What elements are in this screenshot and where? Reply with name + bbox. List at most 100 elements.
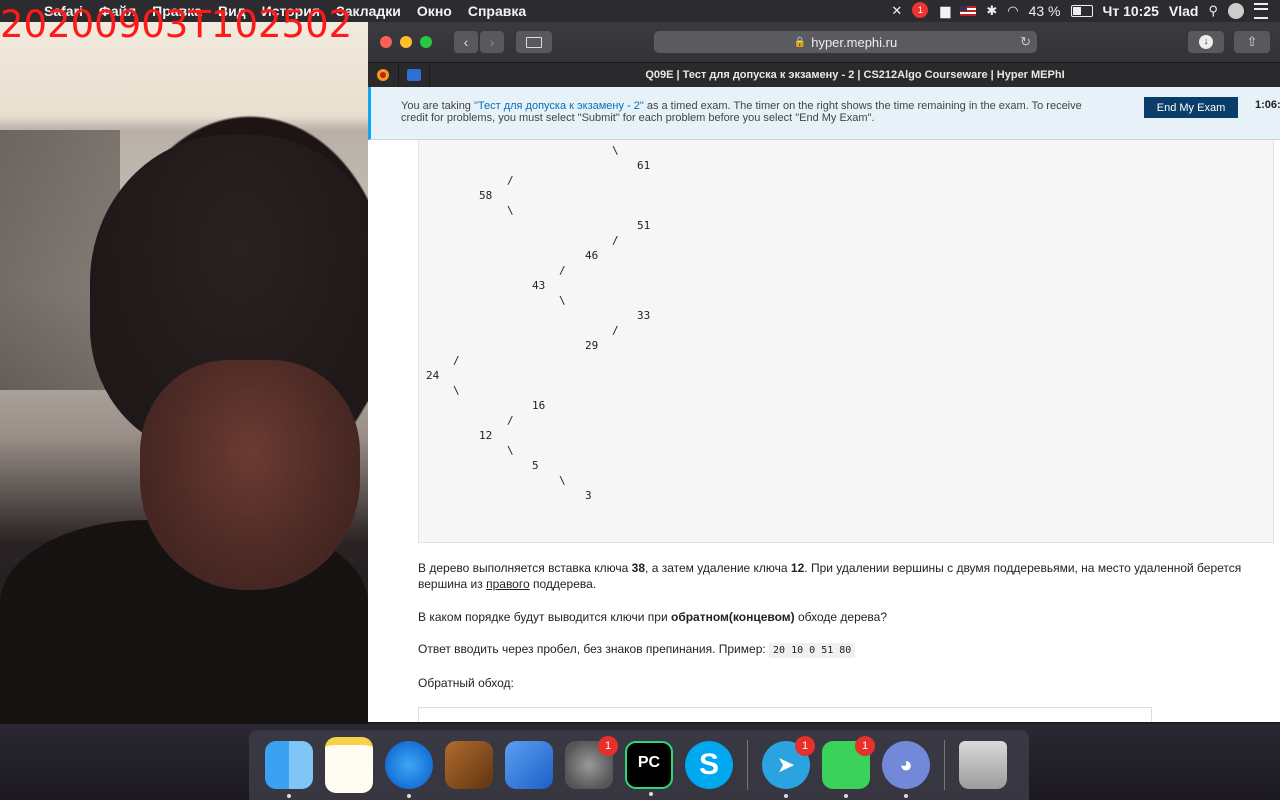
pinned-tab-1[interactable]	[368, 63, 399, 87]
downloads-button[interactable]: ↓	[1188, 31, 1224, 53]
notification-icon[interactable]: 1	[912, 2, 930, 20]
answer-label: Обратный обход:	[418, 676, 514, 690]
q3-text: Ответ вводить через пробел, без знаков п…	[418, 642, 770, 656]
tree-edge: \	[507, 204, 514, 217]
dock-pycharm-icon[interactable]: PC	[625, 741, 673, 796]
tree-node: 51	[637, 219, 651, 232]
active-tab-title[interactable]: Q09E | Тест для допуска к экзамену - 2 |…	[430, 69, 1280, 81]
reload-icon[interactable]: ↻	[1020, 34, 1031, 50]
tree-edge: /	[507, 414, 514, 427]
back-button[interactable]: ‹	[454, 31, 478, 53]
tree-node: 61	[637, 159, 651, 172]
address-url: hyper.mephi.ru	[811, 34, 898, 50]
menu-help[interactable]: Справка	[460, 3, 534, 19]
tree-node: 5	[532, 459, 539, 472]
battery-percent[interactable]: 43 %	[1029, 3, 1061, 19]
dock-skype-icon[interactable]: S	[685, 741, 733, 789]
running-indicator	[287, 794, 291, 798]
download-icon: ↓	[1199, 35, 1213, 49]
question-paragraph-3: Ответ вводить через пробел, без знаков п…	[418, 641, 1248, 659]
input-source-flag-icon[interactable]	[960, 6, 977, 16]
tree-node: 16	[532, 399, 546, 412]
dock-discord-icon[interactable]: ◕	[882, 741, 930, 798]
wifi-icon[interactable]: ◠	[1007, 3, 1018, 19]
minimize-window-button[interactable]	[400, 36, 412, 48]
answer-example: 20 10 0 51 80	[769, 643, 856, 658]
tree-edge: \	[612, 144, 619, 157]
timed-exam-banner: You are taking "Тест для допуска к экзам…	[368, 87, 1280, 140]
tree-node: 58	[479, 189, 493, 202]
tree-edge: \	[559, 294, 566, 307]
dock: 1 PC S ➤ 1 1 ◕	[249, 730, 1029, 800]
q1-text-d: поддерева.	[529, 577, 597, 591]
menu-window[interactable]: Окно	[409, 3, 460, 19]
dock-finder-icon[interactable]	[265, 741, 313, 798]
notification-center-icon[interactable]	[1254, 3, 1268, 19]
forward-button[interactable]: ›	[480, 31, 504, 53]
q2-text-a: В каком порядке будут выводится ключи пр…	[418, 610, 671, 624]
tools-icon[interactable]: ✕	[891, 3, 902, 19]
system-preferences-badge: 1	[598, 736, 618, 756]
tree-node: 24	[426, 369, 440, 382]
running-indicator	[844, 794, 848, 798]
dock-garageband-icon[interactable]	[445, 741, 493, 789]
q1-right-subtree: правого	[486, 577, 530, 591]
dock-separator	[747, 740, 748, 790]
tree-edge: /	[453, 354, 460, 367]
tree-edge: /	[612, 234, 619, 247]
telegram-badge: 1	[795, 736, 815, 756]
chat-icon[interactable]: ▆	[940, 3, 950, 19]
tree-node: 33	[637, 309, 651, 322]
tree-node: 46	[585, 249, 599, 262]
recording-timestamp: 20200903T102502	[0, 3, 353, 46]
tree-node: 43	[532, 279, 546, 292]
siri-icon[interactable]	[1228, 3, 1244, 19]
question-paragraph-1: В дерево выполняется вставка ключа 38, а…	[418, 560, 1248, 592]
facetime-badge: 1	[855, 736, 875, 756]
safari-window: ‹ › 🔒 hyper.mephi.ru ↻ ↓ ⇧ Q09E | Тест д…	[368, 22, 1280, 722]
q2-text-b: обходе дерева?	[794, 610, 888, 624]
tree-edge: \	[507, 444, 514, 457]
zoom-window-button[interactable]	[420, 36, 432, 48]
menubar-user[interactable]: Vlad	[1169, 3, 1199, 19]
q1-text-a: В дерево выполняется вставка ключа	[418, 561, 632, 575]
share-button[interactable]: ⇧	[1234, 31, 1270, 53]
address-bar[interactable]: 🔒 hyper.mephi.ru ↻	[654, 31, 1037, 53]
battery-icon[interactable]	[1070, 5, 1093, 17]
tree-node: 12	[479, 429, 493, 442]
notification-badge: 1	[912, 2, 929, 18]
dock-separator	[944, 740, 945, 790]
dock-facetime-icon[interactable]: 1	[822, 736, 875, 798]
menubar-clock[interactable]: Чт 10:25	[1103, 3, 1159, 19]
bluetooth-icon[interactable]: ✱	[986, 3, 997, 19]
pinned-tab-2[interactable]	[399, 63, 430, 87]
tree-edge: \	[453, 384, 460, 397]
insert-key: 38	[631, 561, 646, 575]
browser-toolbar: ‹ › 🔒 hyper.mephi.ru ↻ ↓ ⇧	[368, 22, 1280, 62]
q1-text-b: , а затем удаление ключа	[645, 561, 791, 575]
tab-bar: Q09E | Тест для допуска к экзамену - 2 |…	[368, 62, 1280, 87]
dock-telegram-icon[interactable]: ➤ 1	[762, 736, 815, 798]
dock-system-preferences-icon[interactable]: 1	[565, 736, 618, 789]
banner-message: You are taking "Тест для допуска к экзам…	[401, 100, 1101, 124]
dock-xcode-icon[interactable]	[505, 741, 553, 789]
banner-text-start: You are taking	[401, 100, 474, 112]
answer-input[interactable]	[418, 707, 1152, 722]
problem-content: \ 61 / 58 \ 51 / 46 / 43 \ 33 / 29 / 24 …	[368, 130, 1280, 722]
dock-notes-icon[interactable]	[325, 737, 373, 793]
running-indicator	[784, 794, 788, 798]
end-my-exam-button[interactable]: End My Exam	[1144, 97, 1238, 118]
tree-edge: /	[507, 174, 514, 187]
close-window-button[interactable]	[380, 36, 392, 48]
dock-safari-icon[interactable]	[385, 741, 433, 798]
dock-trash-icon[interactable]	[959, 741, 1007, 789]
tree-diagram: \ 61 / 58 \ 51 / 46 / 43 \ 33 / 29 / 24 …	[418, 130, 1274, 543]
exam-link[interactable]: "Тест для допуска к экзамену - 2"	[474, 100, 644, 112]
window-controls	[380, 36, 432, 48]
sidebar-toggle-button[interactable]	[516, 31, 552, 53]
running-indicator	[649, 792, 653, 796]
tree-edge: \	[559, 474, 566, 487]
running-indicator	[407, 794, 411, 798]
spotlight-search-icon[interactable]: ⚲	[1208, 3, 1218, 19]
delete-key: 12	[790, 561, 805, 575]
